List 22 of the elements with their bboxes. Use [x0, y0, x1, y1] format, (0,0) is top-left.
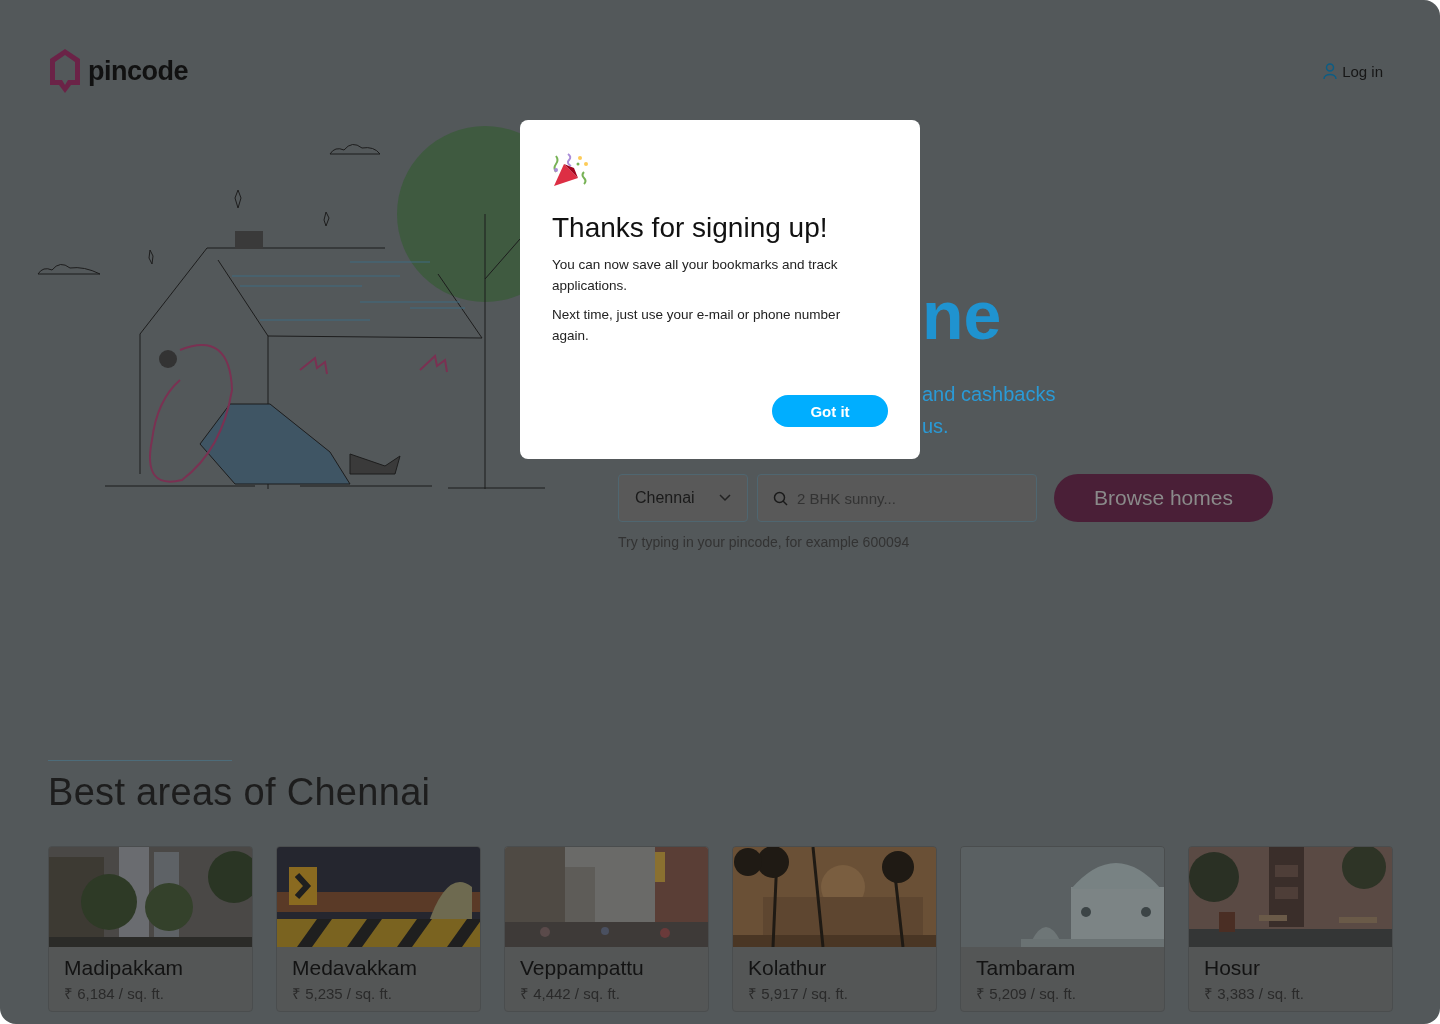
- got-it-button[interactable]: Got it: [772, 395, 888, 427]
- area-name: Hosur: [1204, 956, 1262, 980]
- area-name: Madipakkam: [64, 956, 185, 980]
- area-name: Veppampattu: [520, 956, 645, 980]
- tagline-text: and cashbacks: [922, 383, 1056, 406]
- dialog-text: You can now save all your bookmarks and track applications.: [552, 256, 839, 295]
- city-select[interactable]: Chennai: [618, 474, 748, 522]
- section-title: Best areas of Chennai: [48, 771, 432, 814]
- tagline-text: us.: [922, 415, 949, 438]
- dialog-text: Next time, just use your e-mail or phone number again.: [552, 306, 842, 345]
- area-name: Kolathur: [748, 956, 828, 980]
- search-icon: [773, 491, 788, 506]
- area-name: Medavakkam: [292, 956, 418, 980]
- login-link[interactable]: Log in: [1323, 62, 1383, 80]
- user-icon: [1323, 62, 1338, 80]
- logo-mark-icon: [48, 47, 82, 95]
- pincode-logo[interactable]: pincode: [48, 47, 188, 95]
- browse-homes-button[interactable]: Browse homes: [1054, 474, 1273, 522]
- dialog-title: Thanks for signing up!: [552, 212, 829, 244]
- headline-text: ne: [922, 276, 1002, 354]
- chevron-down-icon: [719, 494, 731, 502]
- area-name: Tambaram: [976, 956, 1077, 980]
